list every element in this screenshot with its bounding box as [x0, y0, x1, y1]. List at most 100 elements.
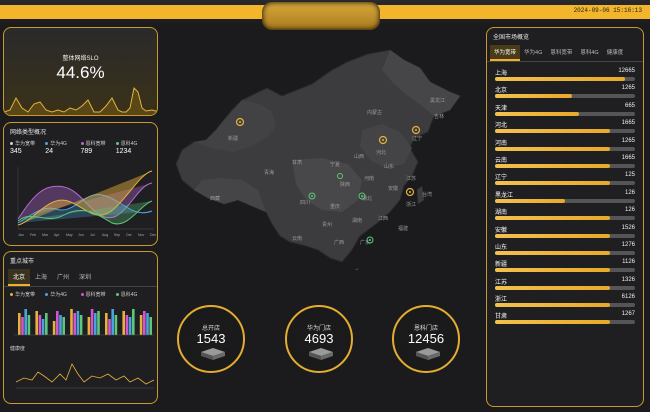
cities-legend-1: 华为宽带 — [10, 291, 45, 298]
city-bar — [73, 313, 76, 335]
market-row-value: 125 — [624, 172, 635, 179]
city-bar — [56, 311, 59, 335]
market-row: 云南 1665 — [487, 153, 643, 170]
count-hw-broadband: 345 — [10, 148, 22, 155]
platform-icon — [309, 348, 333, 360]
market-row-fill — [495, 233, 610, 238]
city-tabs: 北京 上海 广州 深圳 — [4, 269, 157, 287]
month-tick: Mar — [42, 233, 49, 237]
tab-ek-broadband[interactable]: 恩科宽带 — [546, 45, 576, 61]
market-row-name: 湖南 — [495, 210, 508, 217]
dashboard: 2024-09-06 15:16:13 整体网络SLO 44.6% 网络类型概况… — [0, 0, 650, 412]
city-bar — [125, 315, 129, 335]
market-row-value: 6126 — [621, 294, 635, 301]
map-province-label: 宁夏 — [330, 161, 340, 168]
market-row-fill — [495, 94, 572, 99]
market-row-name: 新疆 — [495, 262, 508, 269]
city-bar — [59, 315, 62, 335]
tab-shanghai[interactable]: 上海 — [30, 269, 52, 286]
city-bar — [149, 317, 152, 335]
market-row: 河南 1265 — [487, 136, 643, 153]
market-row-fill — [495, 163, 610, 168]
market-row-value: 1326 — [621, 276, 635, 283]
market-row-track — [495, 111, 635, 116]
city-bar — [139, 315, 143, 335]
map-province-label: 重庆 — [330, 203, 340, 210]
network-line-chart: Jan Feb Mar Apr May Jun Jul Aug Sep Oct Nov Dec — [17, 167, 156, 237]
datetime-display: 2024-09-06 15:16:13 — [573, 7, 642, 14]
map-province-label: 江西 — [378, 215, 388, 222]
slo-panel: 整体网络SLO 44.6% — [3, 27, 158, 116]
map-province-label: 河南 — [364, 175, 374, 182]
tab-hw-broadband[interactable]: 华为宽带 — [490, 45, 521, 61]
market-row-name: 河南 — [495, 140, 508, 147]
market-tabs: 华为宽带 华为4G 恩科宽带 恩科4G 健康度 — [487, 45, 643, 62]
market-row-track — [495, 303, 635, 308]
tab-guangzhou[interactable]: 广州 — [52, 269, 74, 286]
city-bar — [94, 313, 97, 335]
city-bar — [45, 313, 48, 335]
month-tick: Apr — [54, 233, 60, 237]
market-row-value: 1526 — [621, 224, 635, 231]
tab-health[interactable]: 健康度 — [603, 45, 628, 61]
city-bar — [62, 317, 65, 335]
market-row-name: 北京 — [495, 88, 508, 95]
health-trend-label: 健康度 — [10, 346, 26, 352]
city-bar — [52, 321, 56, 335]
tab-beijing[interactable]: 北京 — [8, 269, 31, 286]
city-bar — [41, 319, 45, 335]
tab-hw-4g[interactable]: 华为4G — [520, 45, 546, 61]
market-row-fill — [495, 129, 610, 134]
huawei-stores-value: 4693 — [304, 331, 334, 346]
map-province-label: 江苏 — [406, 175, 416, 182]
city-bar — [90, 309, 94, 335]
month-tick: Jul — [90, 233, 95, 237]
market-row-fill — [495, 285, 610, 290]
map-province-label: 湖南 — [352, 217, 362, 224]
market-row-track — [495, 216, 635, 221]
map-province-label: 广西 — [334, 239, 344, 246]
map-province-label: 陕西 — [340, 181, 350, 188]
market-row: 北京 1265 — [487, 83, 643, 100]
tab-shenzhen[interactable]: 深圳 — [74, 269, 96, 286]
market-row-track — [495, 163, 635, 168]
month-tick: Jun — [78, 233, 84, 237]
market-row-fill — [495, 320, 610, 325]
legend-ek-broadband: 恩科宽带 — [80, 140, 116, 147]
city-bar — [111, 309, 114, 335]
national-market-panel: 全国市场概览 华为宽带 华为4G 恩科宽带 恩科4G 健康度 上海 12665 北京… — [486, 27, 644, 407]
map-province-label: 黑龙江 — [430, 97, 445, 104]
cities-legend-4: 恩科4G — [115, 291, 151, 298]
market-row-value: 1276 — [621, 241, 635, 248]
city-bar — [108, 319, 111, 335]
legend-hw-broadband: 华为宽带 — [10, 140, 45, 147]
market-row-track — [495, 268, 635, 273]
market-row-fill — [495, 250, 610, 255]
count-ek-4g: 1234 — [115, 148, 132, 155]
market-row-name: 江苏 — [495, 279, 508, 286]
market-row-name: 黑龙江 — [495, 192, 514, 199]
map-province-label: 新疆 — [228, 135, 238, 142]
market-row-value: 126 — [624, 189, 635, 196]
platform-icon — [201, 348, 225, 360]
map-province-label: 西藏 — [210, 195, 220, 202]
map-province-label: 甘肃 — [292, 159, 302, 166]
tab-ek-4g[interactable]: 恩科4G — [576, 45, 602, 61]
map-province-label: 辽宁 — [412, 135, 422, 142]
enke-stores-counter: 恩科门店 12456 — [392, 305, 460, 373]
key-cities-panel: 重点城市 北京 上海 广州 深圳 华为宽带 华为4G 恩科宽带 恩科4G 健康度 — [3, 251, 158, 404]
market-row-track — [495, 198, 635, 203]
city-bar — [35, 311, 38, 335]
market-row-value: 12665 — [618, 68, 635, 74]
slo-area-chart — [4, 86, 157, 115]
month-tick: Sep — [114, 233, 120, 237]
market-row-track — [495, 285, 635, 290]
market-row-fill — [495, 111, 579, 116]
huawei-stores-counter: 华为门店 4693 — [285, 305, 353, 373]
city-bar — [38, 315, 42, 335]
month-tick: Nov — [138, 233, 144, 237]
market-row: 湖南 126 — [487, 205, 643, 222]
map-province-label: 贵州 — [322, 221, 332, 228]
map-province-label: 福建 — [398, 225, 408, 232]
market-row-track — [495, 94, 635, 99]
